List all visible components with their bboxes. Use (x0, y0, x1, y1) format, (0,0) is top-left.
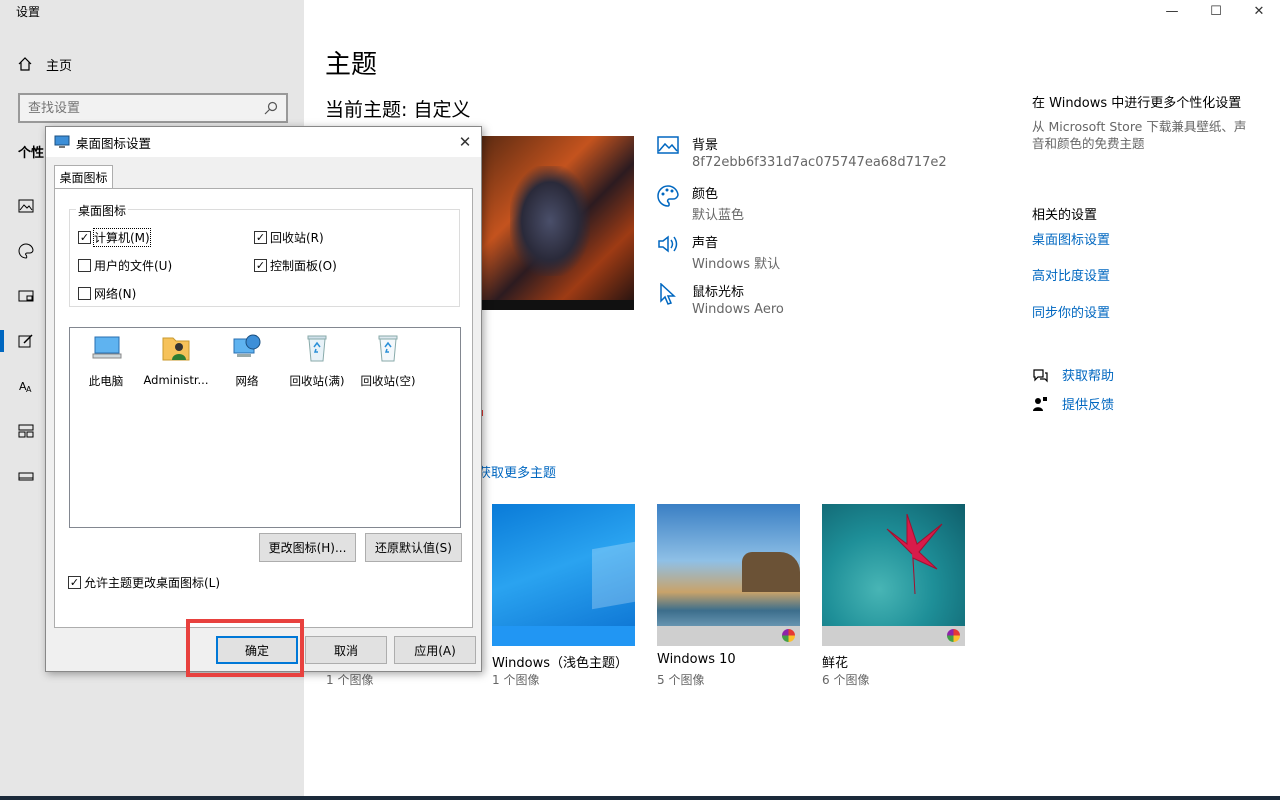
desktop-icon-settings-link[interactable]: 桌面图标设置 (1032, 229, 1110, 248)
background-value: 8f72ebb6f331d7ac075747ea68d717e2 (692, 155, 947, 170)
background-label: 背景 (692, 138, 719, 153)
section-heading: 个性 (18, 146, 45, 161)
maximize-button[interactable]: ☐ (1193, 0, 1239, 22)
color-label: 颜色 (692, 187, 719, 202)
icon-this-pc[interactable]: 此电脑 (71, 332, 141, 389)
change-icon-button[interactable]: 更改图标(H)... (259, 533, 356, 562)
start-icon[interactable] (18, 333, 34, 349)
checkbox-user-files[interactable]: 用户的文件(U) (78, 257, 172, 274)
app-title: 设置 (16, 5, 41, 19)
tablet-icon[interactable] (18, 468, 34, 484)
palette-icon[interactable] (18, 243, 34, 259)
background-setting[interactable]: 背景 8f72ebb6f331d7ac075747ea68d717e2 (656, 134, 947, 170)
theme-count: 1 个图像 (326, 673, 374, 687)
picture-icon (656, 136, 680, 160)
theme-count: 1 个图像 (492, 673, 540, 687)
current-theme-preview (480, 136, 634, 310)
cursor-label: 鼠标光标 (692, 285, 745, 300)
svg-text:A: A (26, 385, 32, 394)
taskbar-icon[interactable] (18, 423, 34, 439)
search-input[interactable] (28, 100, 248, 116)
display-icon[interactable] (18, 289, 34, 305)
taskbar (0, 796, 1280, 800)
color-palette-icon (947, 629, 960, 642)
dialog-close-button[interactable]: ✕ (455, 132, 475, 152)
related-settings-heading: 相关的设置 (1032, 208, 1098, 223)
more-personalization-desc: 从 Microsoft Store 下载兼具壁纸、声音和颜色的免费主题 (1032, 119, 1247, 151)
high-contrast-link[interactable]: 高对比度设置 (1032, 265, 1110, 284)
apply-button[interactable]: 应用(A) (394, 636, 476, 664)
color-palette-icon (782, 629, 795, 642)
home-icon (18, 57, 32, 71)
theme-windows-light[interactable] (492, 504, 635, 646)
get-help-label: 获取帮助 (1062, 369, 1115, 384)
theme-name: Windows（浅色主题） (492, 656, 629, 671)
sound-label: 声音 (692, 236, 719, 251)
home-nav[interactable]: 主页 (18, 54, 72, 74)
desktop-icons-group: 桌面图标 ✓ 计算机(M) ✓ 回收站(R) 用户的文件(U) ✓ 控制面板(O) 网… (69, 202, 460, 307)
speaker-icon (656, 234, 680, 258)
feedback-label: 提供反馈 (1062, 398, 1115, 413)
checkbox-recycle-bin[interactable]: ✓ 回收站(R) (254, 229, 324, 246)
cursor-icon (656, 283, 680, 307)
more-personalization-heading: 在 Windows 中进行更多个性化设置 (1032, 96, 1242, 111)
get-more-themes-link[interactable]: 获取更多主题 (478, 462, 556, 481)
computer-icon (92, 336, 122, 359)
tab-panel: 桌面图标 ✓ 计算机(M) ✓ 回收站(R) 用户的文件(U) ✓ 控制面板(O) 网… (54, 188, 473, 628)
recycle-bin-empty-icon (378, 335, 398, 362)
recycle-bin-full-icon (307, 335, 327, 362)
icon-list: 此电脑 Administr... 网络 回收站(满) 回收站(空) (69, 327, 461, 528)
sync-settings-link[interactable]: 同步你的设置 (1032, 302, 1110, 321)
network-icon (233, 334, 261, 357)
minimize-button[interactable]: — (1149, 0, 1195, 22)
feedback-icon (1033, 396, 1047, 411)
current-theme-heading: 当前主题: 自定义 (325, 99, 471, 121)
dialog-title: 桌面图标设置 (76, 135, 152, 151)
restore-default-button[interactable]: 还原默认值(S) (365, 533, 462, 562)
checkbox-network[interactable]: 网络(N) (78, 285, 136, 302)
theme-flowers[interactable] (822, 504, 965, 646)
checkbox-allow-themes[interactable]: ✓ 允许主题更改桌面图标(L) (68, 574, 220, 591)
theme-name: Windows 10 (657, 652, 736, 667)
active-indicator (0, 330, 4, 352)
palette-icon (656, 185, 680, 209)
group-label: 桌面图标 (76, 202, 129, 219)
checkbox-computer[interactable]: ✓ 计算机(M) (78, 228, 151, 247)
checkbox-control-panel[interactable]: ✓ 控制面板(O) (254, 257, 337, 274)
home-label: 主页 (46, 58, 73, 74)
icon-recycle-bin-full[interactable]: 回收站(满) (282, 332, 352, 389)
window-close-button[interactable]: ✕ (1236, 0, 1280, 22)
user-folder-icon (162, 337, 190, 361)
theme-name: 鲜花 (822, 656, 849, 671)
icon-network[interactable]: 网络 (212, 332, 282, 389)
tab-desktop-icons[interactable]: 桌面图标 (54, 165, 113, 189)
dialog-titlebar: 桌面图标设置 (46, 127, 481, 157)
color-value: 默认蓝色 (692, 208, 745, 223)
search-icon (264, 101, 278, 115)
theme-count: 5 个图像 (657, 673, 705, 687)
desktop-icon-settings-dialog: 桌面图标设置 ✕ 桌面图标 桌面图标 ✓ 计算机(M) ✓ 回收站(R) 用户的文件… (45, 126, 482, 672)
cursor-value: Windows Aero (692, 302, 784, 317)
cursor-setting[interactable]: 鼠标光标 Windows Aero (656, 281, 784, 317)
get-help-link[interactable]: 获取帮助 (1032, 365, 1114, 384)
ok-highlight-box (186, 619, 304, 677)
page-title: 主题 (325, 50, 378, 80)
icon-administrator[interactable]: Administr... (141, 332, 211, 387)
icon-recycle-bin-empty[interactable]: 回收站(空) (353, 332, 423, 389)
font-icon[interactable]: AA (18, 378, 34, 394)
search-box[interactable] (18, 93, 288, 123)
help-chat-icon (1033, 368, 1048, 382)
color-setting[interactable]: 颜色 默认蓝色 (656, 183, 744, 223)
theme-count: 6 个图像 (822, 673, 870, 687)
theme-windows-10[interactable] (657, 504, 800, 646)
cancel-button[interactable]: 取消 (305, 636, 387, 664)
desktop-icon (54, 135, 70, 148)
sound-setting[interactable]: 声音 Windows 默认 (656, 232, 780, 272)
image-icon[interactable] (18, 198, 34, 214)
sound-value: Windows 默认 (692, 257, 781, 272)
feedback-link[interactable]: 提供反馈 (1032, 394, 1114, 413)
